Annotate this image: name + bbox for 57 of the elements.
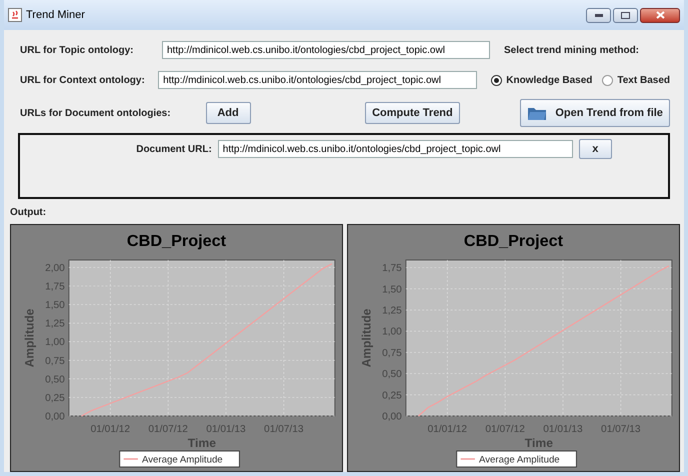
y-tick-label: 0,75 — [45, 356, 65, 367]
y-tick-label: 1,75 — [382, 263, 402, 274]
open-trend-button[interactable]: Open Trend from file — [520, 99, 670, 127]
close-icon — [656, 11, 664, 19]
chart-title: CBD_Project — [126, 232, 226, 250]
x-tick-label: 01/01/13 — [543, 424, 583, 435]
field-label: Document URL: — [136, 142, 212, 156]
app-icon — [8, 8, 22, 22]
minimize-icon — [594, 14, 602, 16]
y-tick-label: 2,00 — [45, 263, 65, 274]
method-radio[interactable]: Text Based — [602, 72, 670, 88]
x-tick-label: 01/07/13 — [264, 424, 304, 435]
y-tick-label: 0,50 — [45, 374, 65, 386]
y-tick-label: 1,50 — [382, 284, 402, 296]
close-button[interactable] — [640, 8, 680, 22]
compute-trend-button[interactable]: Compute Trend — [364, 102, 460, 124]
y-tick-label: 0,25 — [382, 390, 402, 402]
chart-title: CBD_Project — [464, 232, 564, 250]
y-tick-label: 0,00 — [45, 412, 65, 422]
legend-label: Average Amplitude — [142, 454, 223, 466]
output-label: Output: — [10, 206, 48, 220]
x-tick-label: 01/01/13 — [206, 424, 246, 435]
y-axis-title: Amplitude — [22, 308, 36, 368]
y-tick-label: 0,50 — [382, 369, 402, 380]
x-tick-label: 01/07/13 — [601, 424, 641, 435]
y-tick-label: 1,50 — [45, 300, 65, 312]
minimize-button[interactable] — [586, 8, 611, 22]
x-axis-title: Time — [188, 436, 216, 450]
y-tick-label: 0,75 — [382, 348, 402, 359]
maximize-icon — [621, 12, 630, 18]
method-radio[interactable]: Knowledge Based — [491, 72, 592, 88]
url-field[interactable]: http://mdinicol.web.cs.unibo.it/ontologies/cbd_project_topic.owl — [162, 41, 490, 59]
window-title: Trend Miner — [26, 8, 85, 23]
y-tick-label: 1,25 — [45, 318, 65, 330]
maximize-button[interactable] — [613, 8, 638, 22]
remove-button[interactable]: x — [578, 139, 612, 159]
y-tick-label: 1,00 — [382, 326, 402, 338]
url-field[interactable]: http://mdinicol.web.cs.unibo.it/ontologies/cbd_project_topic.owl — [218, 140, 573, 158]
x-tick-label: 01/01/12 — [90, 424, 130, 435]
y-axis-title: Amplitude — [359, 308, 374, 368]
y-tick-label: 0,00 — [382, 412, 402, 422]
x-tick-label: 01/01/12 — [428, 424, 468, 435]
y-tick-label: 1,00 — [45, 337, 65, 348]
y-tick-label: 1,75 — [45, 282, 65, 292]
y-tick-label: 0,25 — [45, 393, 65, 404]
field-label: URLs for Document ontologies: — [19, 106, 172, 120]
x-tick-label: 01/07/12 — [148, 424, 188, 435]
x-tick-label: 01/07/12 — [485, 424, 525, 435]
field-label: URL for Context ontology: — [19, 74, 146, 88]
url-field[interactable]: http://mdinicol.web.cs.unibo.it/ontologies/cbd_project_topic.owl — [158, 71, 478, 89]
folder-icon — [527, 106, 548, 120]
method-label: Select trend mining method: — [504, 44, 640, 58]
y-tick-label: 1,25 — [382, 306, 402, 316]
field-label: URL for Topic ontology: — [19, 44, 135, 58]
add-button[interactable]: Add — [206, 102, 251, 124]
legend-label: Average Amplitude — [478, 454, 560, 466]
x-axis-title: Time — [524, 436, 553, 450]
